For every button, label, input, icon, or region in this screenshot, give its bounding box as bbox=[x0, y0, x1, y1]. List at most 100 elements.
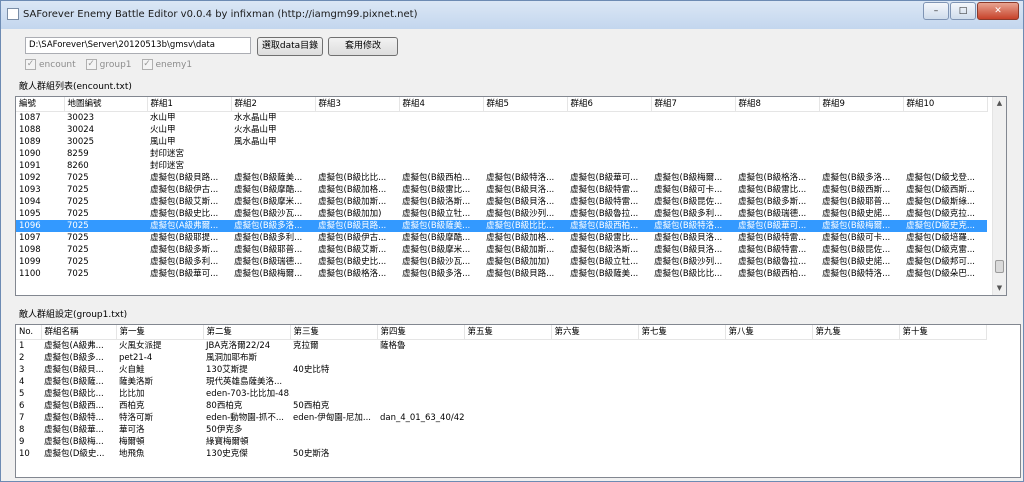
scroll-up-icon[interactable]: ▲ bbox=[993, 97, 1006, 110]
table-cell: 3 bbox=[19, 365, 25, 375]
table-cell bbox=[567, 124, 651, 136]
table-cell: 火風女派提 bbox=[119, 341, 162, 351]
table-cell: 風洞加耶布斯 bbox=[206, 353, 258, 363]
column-header[interactable]: 群組9 bbox=[819, 97, 904, 112]
table-cell: 虛擬包(B級可卡... bbox=[654, 185, 723, 195]
checkbox-check-icon: ✓ bbox=[25, 59, 36, 70]
table-cell: 30025 bbox=[67, 137, 95, 147]
column-header[interactable]: 第三隻 bbox=[290, 325, 378, 340]
table-cell bbox=[399, 148, 483, 160]
table-cell: 7025 bbox=[67, 233, 89, 243]
table-cell: 2 bbox=[19, 353, 25, 363]
table-row[interactable]: 1098 7025 虛擬包(B級多斯... 虛擬包(B級耶普... 虛擬包(B級艾斯..… bbox=[16, 244, 987, 256]
table-row[interactable]: 1087 30023 水山甲 水水晶山甲 bbox=[16, 112, 987, 125]
table-cell bbox=[231, 148, 315, 160]
maximize-icon[interactable]: □ bbox=[950, 2, 976, 20]
scroll-down-icon[interactable]: ▼ bbox=[993, 282, 1006, 295]
column-header[interactable]: 第二隻 bbox=[203, 325, 291, 340]
column-header[interactable]: 群組3 bbox=[315, 97, 400, 112]
table-cell: 虛擬包(B級特洛... bbox=[651, 220, 735, 232]
minimize-icon[interactable]: – bbox=[923, 2, 949, 20]
column-header[interactable]: 第七隻 bbox=[638, 325, 726, 340]
table-row[interactable]: 1090 8259 封印迷宮 bbox=[16, 148, 987, 160]
table-row[interactable]: 1091 8260 封印迷宮 bbox=[16, 160, 987, 172]
column-header[interactable]: 第八隻 bbox=[725, 325, 813, 340]
table-cell bbox=[464, 400, 551, 412]
table-row[interactable]: 8 虛擬包(B級華... 華可洛 50伊克多 bbox=[16, 424, 986, 436]
select-data-dir-button[interactable]: 選取data目錄 bbox=[257, 37, 323, 56]
column-header[interactable]: 編號 bbox=[16, 97, 65, 112]
table-row[interactable]: 1097 7025 虛擬包(B級耶提... 虛擬包(B級多利... 虛擬包(B級伊古..… bbox=[16, 232, 987, 244]
table-row[interactable]: 1100 7025 虛擬包(B級華可... 虛擬包(B級梅爾... 虛擬包(B級格洛..… bbox=[16, 268, 987, 280]
column-header[interactable]: 第一隻 bbox=[116, 325, 204, 340]
table-cell bbox=[567, 136, 651, 148]
table-row[interactable]: 1096 7025 虛擬包(A級弗爾... 虛擬包(B級多洛... 虛擬包(B級貝路..… bbox=[16, 220, 987, 232]
table-row[interactable]: 5 虛擬包(B級比... 比比加 eden-703-比比加-48... bbox=[16, 388, 986, 400]
table-cell bbox=[903, 112, 987, 125]
table-row[interactable]: 1 虛擬包(A級弗... 火風女派提 JBA克洛爾22/24 克拉爾 薩格魯 bbox=[16, 340, 986, 353]
column-header[interactable]: 群組2 bbox=[231, 97, 316, 112]
table-row[interactable]: 1099 7025 虛擬包(B級多利... 虛擬包(B級瑞德... 虛擬包(B級史比..… bbox=[16, 256, 987, 268]
column-header[interactable]: 群組10 bbox=[903, 97, 988, 112]
table-cell bbox=[899, 448, 986, 460]
column-header[interactable]: 地圖編號 bbox=[64, 97, 148, 112]
column-header[interactable]: 群組名稱 bbox=[41, 325, 117, 340]
table-row[interactable]: 9 虛擬包(B級梅... 梅爾頓 綠寶梅爾頓 bbox=[16, 436, 986, 448]
table-row[interactable]: 1095 7025 虛擬包(B級史比... 虛擬包(B級沙瓦... 虛擬包(B級加加) 虛… bbox=[16, 208, 987, 220]
column-header[interactable]: 群組7 bbox=[651, 97, 736, 112]
checkbox-enemy1[interactable]: ✓ enemy1 bbox=[141, 59, 192, 70]
table-cell bbox=[551, 424, 638, 436]
table-cell bbox=[464, 448, 551, 460]
table-cell bbox=[899, 388, 986, 400]
table-row[interactable]: 7 虛擬包(B級特... 特洛可斯 eden-動物園-抓不... eden-伊甸園-尼加… bbox=[16, 412, 986, 424]
table-cell: 虛擬包(A級弗爾... bbox=[147, 220, 231, 232]
group-section-label: 敵人群組設定(group1.txt) bbox=[19, 310, 128, 320]
table-cell: 8 bbox=[19, 425, 25, 435]
column-header[interactable]: 第五隻 bbox=[464, 325, 552, 340]
column-header[interactable]: 第九隻 bbox=[812, 325, 900, 340]
group-list[interactable]: No. 群組名稱 第一隻 第二隻 第三隻 第四隻 第五隻 第六隻 第七隻 第八隻 第九隻 第十隻 1 虛擬… bbox=[15, 324, 1021, 478]
table-row[interactable]: 10 虛擬包(D級史... 地飛魚 130史克傑 50史斯洛 bbox=[16, 448, 986, 460]
table-cell bbox=[377, 424, 464, 436]
checkbox-group1[interactable]: ✓ group1 bbox=[85, 59, 132, 70]
table-cell bbox=[638, 340, 725, 353]
column-header[interactable]: 第六隻 bbox=[551, 325, 639, 340]
column-header[interactable]: 群組8 bbox=[735, 97, 820, 112]
table-cell: 現代英雄島薩美洛... bbox=[206, 377, 283, 387]
data-path-input[interactable]: D:\SAForever\Server\20120513b\gmsv\data bbox=[25, 37, 251, 54]
column-header[interactable]: No. bbox=[16, 325, 42, 340]
encount-list[interactable]: 編號 地圖編號 群組1 群組2 群組3 群組4 群組5 群組6 群組7 群組8 群組9 群組10 108… bbox=[15, 96, 1007, 296]
table-cell: 虛擬包(B級史比... bbox=[150, 209, 219, 219]
column-header[interactable]: 群組5 bbox=[483, 97, 568, 112]
column-header[interactable]: 群組6 bbox=[567, 97, 652, 112]
table-row[interactable]: 4 虛擬包(B級薩... 薩美洛斯 現代英雄島薩美洛... bbox=[16, 376, 986, 388]
close-icon[interactable]: ✕ bbox=[977, 2, 1019, 20]
scroll-thumb[interactable] bbox=[995, 260, 1004, 274]
table-cell: 虛擬包(D級史克... bbox=[903, 220, 987, 232]
table-cell bbox=[464, 388, 551, 400]
table-cell bbox=[464, 364, 551, 376]
table-row[interactable]: 1093 7025 虛擬包(B級伊古... 虛擬包(B級摩酷... 虛擬包(B級加格..… bbox=[16, 184, 987, 196]
checkbox-encount[interactable]: ✓ encount bbox=[25, 59, 76, 70]
table-row[interactable]: 1088 30024 火山甲 火水晶山甲 bbox=[16, 124, 987, 136]
table-row[interactable]: 2 虛擬包(B級多... pet21-4 風洞加耶布斯 bbox=[16, 352, 986, 364]
table-row[interactable]: 1094 7025 虛擬包(B級艾斯... 虛擬包(B級摩米... 虛擬包(B級加斯..… bbox=[16, 196, 987, 208]
table-row[interactable]: 1089 30025 風山甲 風水晶山甲 bbox=[16, 136, 987, 148]
table-row[interactable]: 6 虛擬包(B級西... 西柏克 80西柏克 50西柏克 bbox=[16, 400, 986, 412]
column-header[interactable]: 群組1 bbox=[147, 97, 232, 112]
apply-changes-button[interactable]: 套用修改 bbox=[328, 37, 398, 56]
table-cell bbox=[899, 400, 986, 412]
table-row[interactable]: 1092 7025 虛擬包(B級貝路... 虛擬包(B級薩美... 虛擬包(B級比比..… bbox=[16, 172, 987, 184]
table-cell: 虛擬包(B級貝路... bbox=[486, 269, 555, 279]
column-header[interactable]: 第四隻 bbox=[377, 325, 465, 340]
table-cell: 虛擬包(D級斯綠... bbox=[906, 197, 975, 207]
table-cell: 綠寶梅爾頓 bbox=[206, 437, 249, 447]
table-row[interactable]: 3 虛擬包(B級貝... 火自鮭 130艾斯提 40史比特 bbox=[16, 364, 986, 376]
encount-scrollbar[interactable]: ▲ ▼ bbox=[992, 97, 1006, 295]
table-cell: 虛擬包(B級沙瓦... bbox=[402, 257, 471, 267]
table-cell: 虛擬包(D級培羅... bbox=[906, 233, 975, 243]
column-header[interactable]: 第十隻 bbox=[899, 325, 987, 340]
column-header[interactable]: 群組4 bbox=[399, 97, 484, 112]
table-cell: 虛擬包(D級克拉... bbox=[906, 209, 975, 219]
table-cell: 30024 bbox=[67, 125, 95, 135]
